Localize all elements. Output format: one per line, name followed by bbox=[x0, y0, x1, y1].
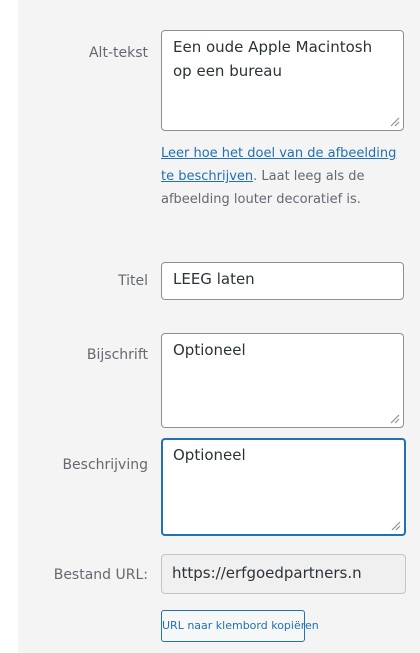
alt-text-label: Alt-tekst bbox=[88, 45, 148, 61]
alt-text-input[interactable]: Een oude Apple Macintosh op een bureau bbox=[161, 30, 404, 131]
description-input[interactable]: Optioneel bbox=[161, 438, 406, 536]
resize-grip-icon[interactable] bbox=[390, 117, 400, 127]
resize-grip-icon[interactable] bbox=[390, 414, 400, 424]
resize-grip-icon[interactable] bbox=[391, 521, 401, 531]
title-input[interactable]: LEEG laten bbox=[161, 262, 404, 300]
alt-text-value: Een oude Apple Macintosh op een bureau bbox=[173, 38, 373, 80]
caption-value: Optioneel bbox=[173, 341, 246, 359]
title-value: LEEG laten bbox=[173, 270, 255, 288]
file-url-input[interactable]: https://erfgoedpartners.n bbox=[161, 554, 406, 594]
copy-url-button[interactable]: URL naar klembord kopiëren bbox=[161, 610, 319, 642]
caption-input[interactable]: Optioneel bbox=[161, 333, 404, 428]
file-url-label: Bestand URL: bbox=[53, 567, 148, 583]
caption-label: Bijschrift bbox=[86, 347, 148, 363]
alt-text-help: Leer hoe het doel van de afbeelding te b… bbox=[161, 142, 397, 211]
description-label: Beschrijving bbox=[62, 457, 148, 473]
description-value: Optioneel bbox=[173, 446, 246, 464]
file-url-value: https://erfgoedpartners.n bbox=[172, 564, 362, 582]
title-label: Titel bbox=[117, 273, 148, 289]
